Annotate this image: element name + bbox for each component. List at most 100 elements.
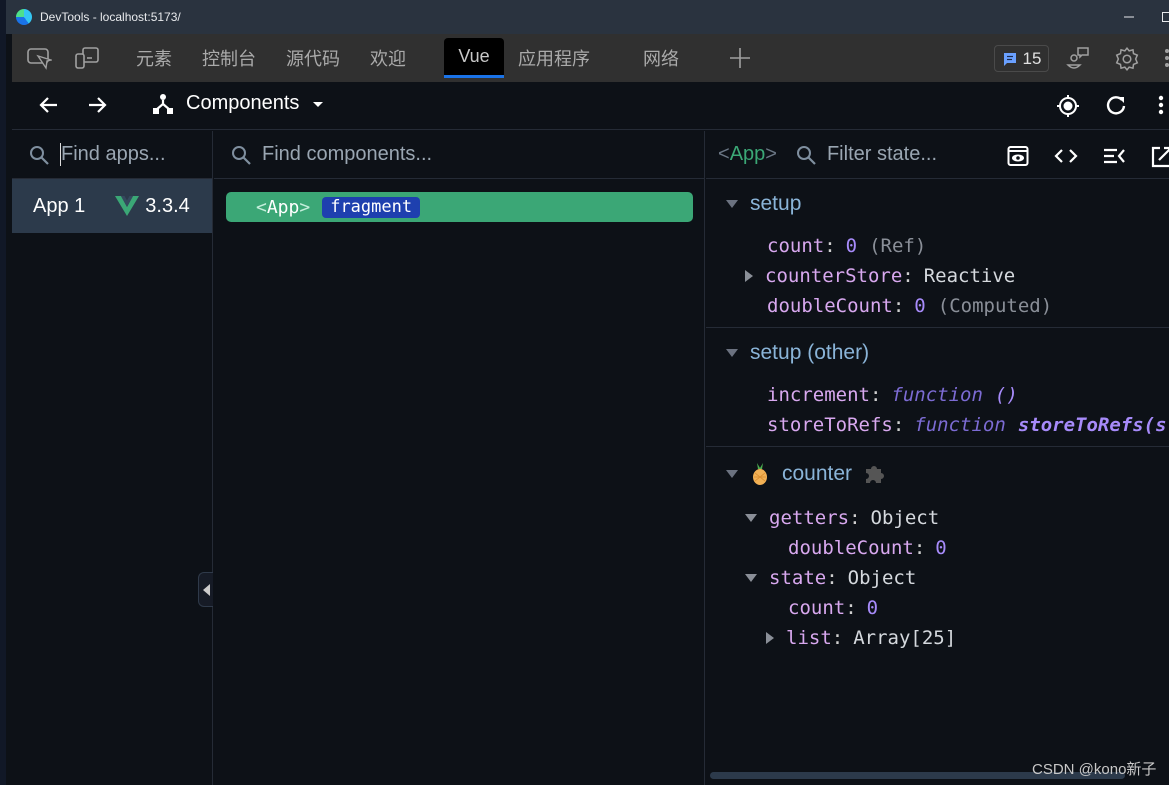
edge-logo-icon (16, 9, 32, 25)
issues-count: 15 (1022, 48, 1042, 68)
colon: : (824, 235, 836, 257)
find-components-input[interactable] (262, 143, 562, 166)
state-value: 0 (845, 235, 858, 257)
state-key: list (786, 627, 832, 649)
scroll-to-component-button[interactable] (1007, 145, 1031, 167)
more-tabs-button[interactable] (728, 46, 754, 70)
tag-open: < (718, 143, 730, 165)
devtools-tab-bar: 元素 控制台 源代码 欢迎 Vue 应用程序 网络 15 (12, 34, 1169, 82)
tab-elements[interactable]: 元素 (122, 38, 186, 78)
more-options-button[interactable] (1163, 46, 1169, 70)
tab-vue[interactable]: Vue (444, 38, 504, 78)
state-row-counterstore[interactable]: counterStore: Reactive (706, 261, 1169, 291)
inspect-element-button[interactable] (26, 46, 54, 70)
open-in-editor-button[interactable] (1150, 145, 1169, 168)
find-apps-input[interactable] (60, 143, 200, 166)
view-selector-label: Components (186, 92, 300, 114)
refresh-button[interactable] (1105, 94, 1127, 121)
filter-state-input[interactable] (826, 143, 957, 166)
app-version: 3.3.4 (115, 194, 190, 218)
state-row-count[interactable]: count:0 (Ref) (706, 231, 1169, 261)
section-header-counter[interactable]: counter (706, 447, 1169, 501)
state-row-state-list[interactable]: list: Array[25] (706, 623, 1169, 653)
components-search (214, 131, 704, 179)
tag-close: > (765, 143, 777, 165)
state-key: getters (769, 507, 850, 529)
state-key: increment (767, 384, 870, 406)
state-row-state-count[interactable]: count:0 (706, 593, 1169, 623)
gear-icon (1115, 46, 1139, 72)
function-keyword: function (891, 384, 983, 406)
collapse-triangle-icon[interactable] (745, 514, 757, 522)
minimize-button[interactable] (1106, 0, 1152, 34)
vue-more-button[interactable] (1157, 94, 1165, 121)
show-render-code-button[interactable] (1054, 145, 1078, 167)
select-component-button[interactable] (1056, 94, 1080, 123)
tab-label: Vue (458, 46, 490, 66)
section-counter-store: counter getters: Object doubleCount:0 sta… (706, 447, 1169, 653)
view-selector-dropdown[interactable]: Components (152, 92, 325, 115)
maximize-button[interactable] (1152, 0, 1169, 34)
state-value: 0 (866, 597, 879, 619)
settings-button[interactable] (1114, 46, 1140, 72)
collapse-pane-button[interactable] (198, 572, 213, 607)
target-icon (1057, 95, 1079, 117)
function-signature: () (994, 384, 1018, 406)
section-header-setup-other[interactable]: setup (other) (706, 328, 1169, 378)
refresh-icon (1106, 96, 1126, 115)
maximize-icon (1162, 12, 1169, 22)
state-row-getter-doublecount[interactable]: doubleCount:0 (706, 533, 1169, 563)
forward-button[interactable] (86, 94, 108, 121)
state-value: 0 (914, 295, 926, 317)
state-row-getters[interactable]: getters: Object (706, 503, 1169, 533)
chevron-down-icon (313, 101, 324, 107)
feedback-button[interactable] (1066, 46, 1092, 70)
component-tree-icon (153, 93, 173, 114)
component-tree-pane: <App> fragment (214, 131, 705, 785)
code-icon (1054, 149, 1078, 163)
app-version-label: 3.3.4 (145, 194, 190, 217)
apps-search (12, 131, 212, 179)
colon: : (869, 384, 882, 406)
inspect-dom-button[interactable] (1102, 145, 1126, 167)
section-rows: getters: Object doubleCount:0 state: Objec… (706, 501, 1169, 653)
section-title: setup (other) (750, 341, 870, 364)
apps-pane: App 1 3.3.4 (12, 131, 213, 785)
arrow-left-icon (39, 97, 57, 113)
minimize-icon (1124, 16, 1134, 18)
state-key: doubleCount (767, 295, 893, 317)
tab-console[interactable]: 控制台 (188, 38, 270, 78)
state-row-storetorefs[interactable]: storeToRefs: function storeToRefs(s (706, 410, 1169, 440)
tag-name: App (729, 143, 766, 165)
tab-application[interactable]: 应用程序 (504, 38, 604, 78)
state-row-doublecount[interactable]: doubleCount:0 (Computed) (706, 291, 1169, 321)
collapse-triangle-icon (726, 200, 738, 208)
window-title: DevTools - localhost:5173/ (40, 10, 181, 24)
state-row-state[interactable]: state: Object (706, 563, 1169, 593)
state-key: counterStore (765, 265, 903, 287)
search-icon (796, 145, 816, 165)
app-list-item[interactable]: App 1 3.3.4 (12, 179, 212, 233)
colon: : (831, 627, 844, 649)
tab-welcome[interactable]: 欢迎 (356, 38, 420, 78)
tab-network[interactable]: 网络 (629, 38, 693, 78)
arrow-right-icon (89, 97, 107, 113)
section-header-setup[interactable]: setup (706, 179, 1169, 229)
state-row-increment[interactable]: increment: function () (706, 380, 1169, 410)
back-button[interactable] (38, 94, 60, 121)
colon: : (849, 507, 861, 529)
state-type: (Ref) (869, 235, 927, 257)
device-toolbar-button[interactable] (74, 46, 100, 70)
tag-close: > (299, 196, 311, 218)
inspect-icon (27, 48, 54, 70)
collapse-triangle-icon (726, 470, 738, 478)
state-value: 0 (935, 537, 947, 559)
collapse-triangle-icon[interactable] (745, 574, 757, 582)
vue-toolbar: Components (12, 82, 1169, 130)
list-collapse-icon (1104, 148, 1125, 164)
tab-sources[interactable]: 源代码 (272, 38, 354, 78)
expand-triangle-icon[interactable] (766, 632, 774, 644)
issues-counter-button[interactable]: 15 (994, 45, 1049, 72)
component-tree-node-app[interactable]: <App> fragment (226, 192, 693, 222)
expand-triangle-icon[interactable] (745, 270, 753, 282)
